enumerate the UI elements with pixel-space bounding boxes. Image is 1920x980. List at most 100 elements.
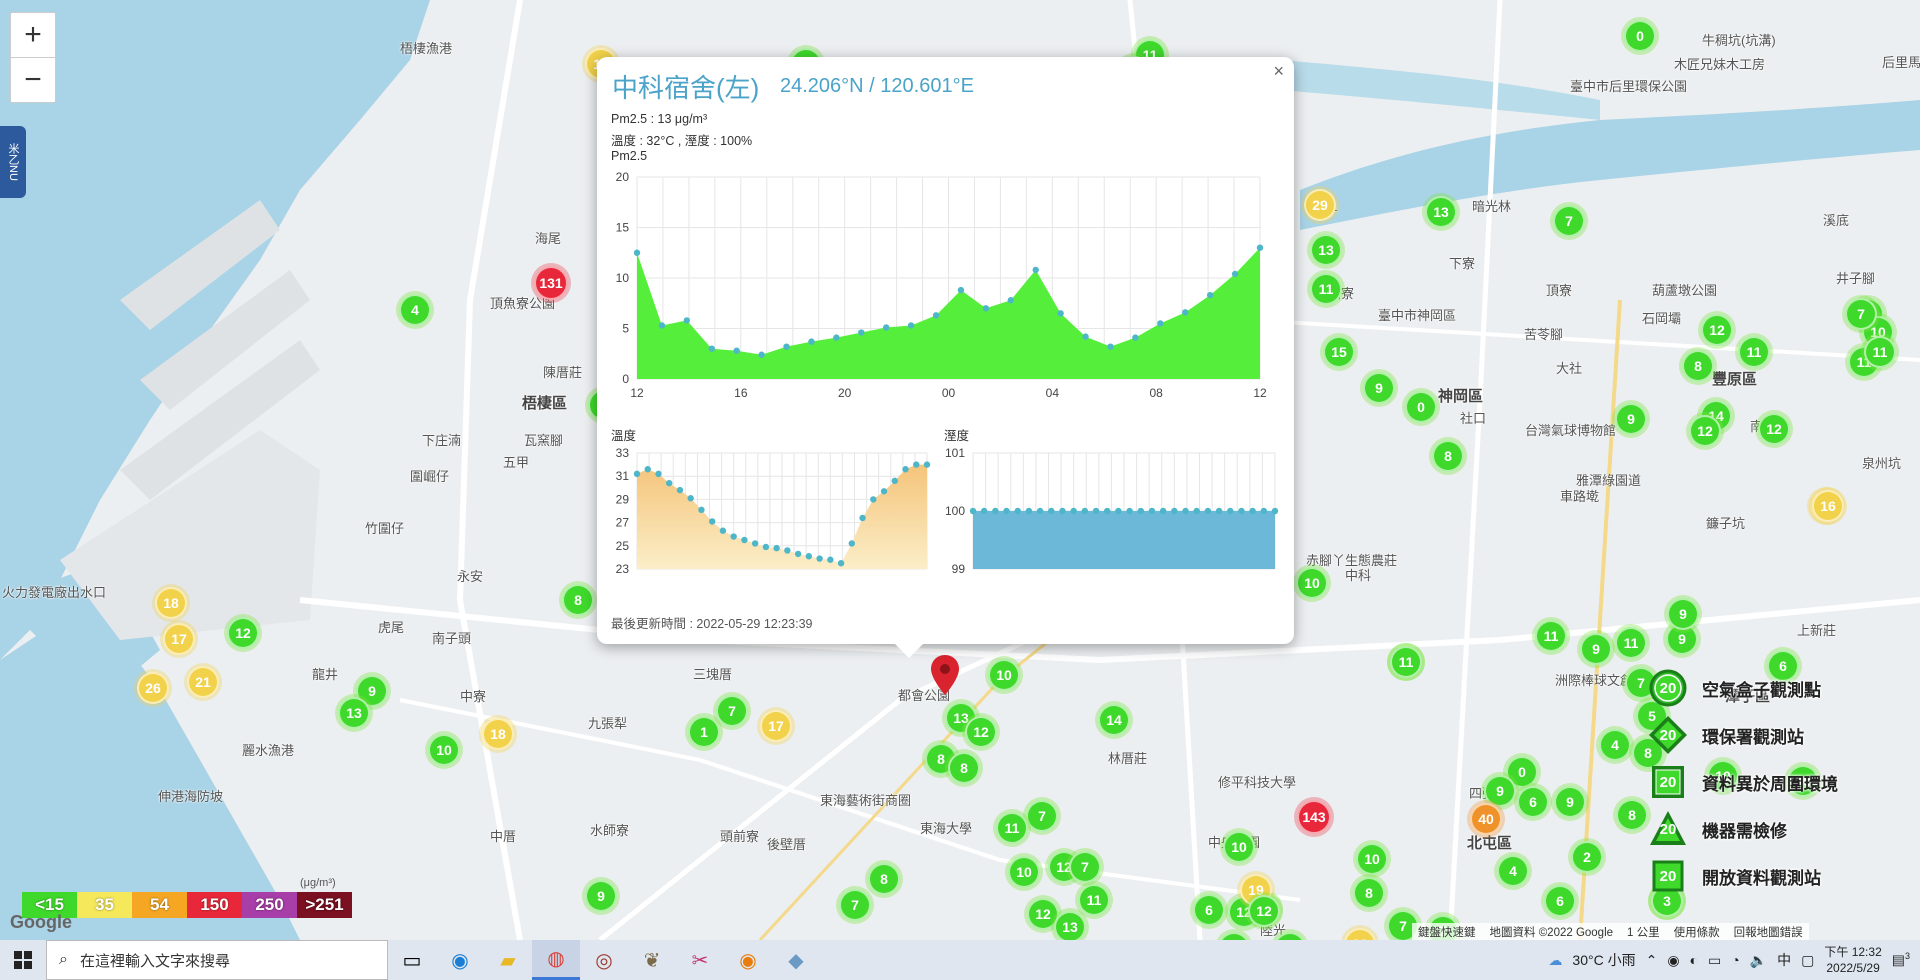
sensor-marker[interactable]: 4: [399, 294, 431, 326]
app-icon[interactable]: ◆: [772, 940, 820, 980]
zoom-in-button[interactable]: +: [10, 12, 56, 58]
side-panel-tab[interactable]: 米乙NU: [0, 126, 26, 198]
sensor-marker[interactable]: 10: [1008, 856, 1040, 888]
sensor-marker[interactable]: 0: [1405, 391, 1437, 423]
sensor-marker[interactable]: 1: [688, 716, 720, 748]
sensor-marker[interactable]: 26: [137, 672, 169, 704]
sensor-marker[interactable]: 9: [1615, 403, 1647, 435]
sensor-marker[interactable]: 12: [227, 617, 259, 649]
chart-area: [973, 511, 1275, 569]
map[interactable]: 梧棲漁港 海尾 頂魚寮公園 陳厝莊 梧棲區 下庄湳 瓦窯腳 圍崛仔 五甲 竹圍仔 永安 虎尾 南子頭 龍井…: [0, 0, 1920, 940]
sensor-marker[interactable]: 12: [1758, 413, 1790, 445]
sensor-marker[interactable]: 11: [1390, 646, 1422, 678]
sensor-marker[interactable]: 18: [482, 718, 514, 750]
sensor-marker[interactable]: 11: [1738, 336, 1770, 368]
sensor-marker[interactable]: 13: [1310, 234, 1342, 266]
sensor-marker[interactable]: 12: [1689, 415, 1721, 447]
chrome-icon[interactable]: ◍: [532, 940, 580, 980]
sensor-marker[interactable]: 17: [163, 623, 195, 655]
chevron-up-icon[interactable]: ⌃: [1646, 952, 1658, 969]
sensor-marker[interactable]: 9: [1580, 633, 1612, 665]
sensor-marker[interactable]: 21: [187, 666, 219, 698]
sensor-marker[interactable]: 8: [868, 863, 900, 895]
sensor-marker[interactable]: 131: [534, 266, 568, 300]
clock[interactable]: 下午 12:32 2022/5/29: [1824, 944, 1881, 976]
sensor-marker[interactable]: 6: [1517, 786, 1549, 818]
terms-link[interactable]: 使用條款: [1674, 924, 1720, 940]
ime-indicator[interactable]: 中: [1777, 950, 1791, 970]
taskbar-search-input[interactable]: ⌕ 在這裡輸入文字來搜尋: [46, 940, 388, 980]
wifi-icon[interactable]: ◔: [1731, 952, 1739, 968]
sensor-marker[interactable]: 17: [760, 710, 792, 742]
task-view-icon[interactable]: ▭: [388, 940, 436, 980]
sensor-marker[interactable]: 7: [1026, 800, 1058, 832]
report-error-link[interactable]: 回報地圖錯誤: [1734, 924, 1803, 940]
weather-text[interactable]: 30°C 小雨: [1572, 950, 1635, 970]
battery-icon[interactable]: ▭: [1708, 952, 1721, 969]
sensor-marker[interactable]: 10: [988, 659, 1020, 691]
sensor-marker[interactable]: 15: [1323, 336, 1355, 368]
sensor-marker[interactable]: 8: [562, 584, 594, 616]
sensor-marker[interactable]: 8: [1616, 799, 1648, 831]
sensor-marker[interactable]: 8: [1682, 350, 1714, 382]
zoom-out-button[interactable]: −: [10, 57, 56, 103]
keyboard-shortcuts-link[interactable]: 鍵盤快速鍵: [1418, 924, 1476, 940]
sensor-marker[interactable]: 11: [1535, 620, 1567, 652]
record-icon[interactable]: ◉: [1667, 952, 1679, 969]
sensor-marker[interactable]: 13: [1425, 196, 1457, 228]
sensor-marker[interactable]: 9: [1484, 775, 1516, 807]
sensor-marker[interactable]: 13: [338, 697, 370, 729]
sensor-marker[interactable]: 143: [1297, 800, 1331, 834]
gimp-icon[interactable]: ❦: [628, 940, 676, 980]
sensor-marker[interactable]: 9: [1554, 786, 1586, 818]
sensor-marker[interactable]: 10: [1296, 567, 1328, 599]
sensor-marker[interactable]: 12: [965, 716, 997, 748]
sensor-marker[interactable]: 12: [1701, 314, 1733, 346]
compass-app-icon[interactable]: ◎: [580, 940, 628, 980]
blender-icon[interactable]: ◉: [724, 940, 772, 980]
volume-icon[interactable]: 🔈: [1750, 952, 1767, 969]
sensor-marker[interactable]: 8: [948, 752, 980, 784]
sensor-marker[interactable]: 40: [1470, 803, 1502, 835]
sensor-marker[interactable]: 10: [1223, 831, 1255, 863]
sensor-marker[interactable]: 10: [428, 734, 460, 766]
sensor-marker[interactable]: 7: [1845, 298, 1877, 330]
sensor-marker[interactable]: 12: [1248, 895, 1280, 927]
network-icon[interactable]: ◐: [1690, 952, 1698, 968]
sensor-marker[interactable]: 13: [1054, 911, 1086, 940]
notification-icon[interactable]: ▤3: [1892, 951, 1910, 969]
sensor-marker[interactable]: 11: [1310, 273, 1342, 305]
sensor-marker[interactable]: 4: [1497, 855, 1529, 887]
sensor-marker[interactable]: 11: [996, 812, 1028, 844]
sensor-marker[interactable]: 9: [585, 880, 617, 912]
close-icon[interactable]: ×: [1273, 61, 1284, 82]
snipping-tool-icon[interactable]: ✂: [676, 940, 724, 980]
sensor-marker[interactable]: 9: [1363, 372, 1395, 404]
sensor-marker[interactable]: 11: [1615, 627, 1647, 659]
file-explorer-icon[interactable]: ▰: [484, 940, 532, 980]
sensor-marker[interactable]: 4: [1599, 729, 1631, 761]
sensor-marker[interactable]: 14: [1098, 704, 1130, 736]
sensor-marker[interactable]: 7: [839, 889, 871, 921]
sensor-marker[interactable]: 2: [1571, 841, 1603, 873]
input-mode-icon[interactable]: ▢: [1801, 952, 1814, 969]
sensor-marker[interactable]: 18: [155, 587, 187, 619]
sensor-marker[interactable]: 8: [1432, 440, 1464, 472]
sensor-marker[interactable]: 29: [1304, 189, 1336, 221]
sensor-marker[interactable]: 7: [1553, 205, 1585, 237]
sensor-marker[interactable]: 9: [1667, 598, 1699, 630]
sensor-marker[interactable]: 11: [1864, 336, 1896, 368]
sensor-marker[interactable]: 6: [1193, 894, 1225, 926]
sensor-marker[interactable]: 11: [1078, 884, 1110, 916]
chart-point: [783, 343, 790, 350]
sensor-marker[interactable]: 6: [1544, 885, 1576, 917]
sensor-marker[interactable]: 0: [1624, 20, 1656, 52]
edge-icon[interactable]: ◉: [436, 940, 484, 980]
selected-location-pin-icon[interactable]: [931, 655, 959, 695]
start-button[interactable]: [0, 940, 46, 980]
sensor-marker[interactable]: 10: [1356, 843, 1388, 875]
sensor-marker[interactable]: 8: [1353, 877, 1385, 909]
sensor-marker[interactable]: 16: [1812, 490, 1844, 522]
sensor-marker[interactable]: 7: [716, 695, 748, 727]
sensor-marker[interactable]: 7: [1069, 851, 1101, 883]
